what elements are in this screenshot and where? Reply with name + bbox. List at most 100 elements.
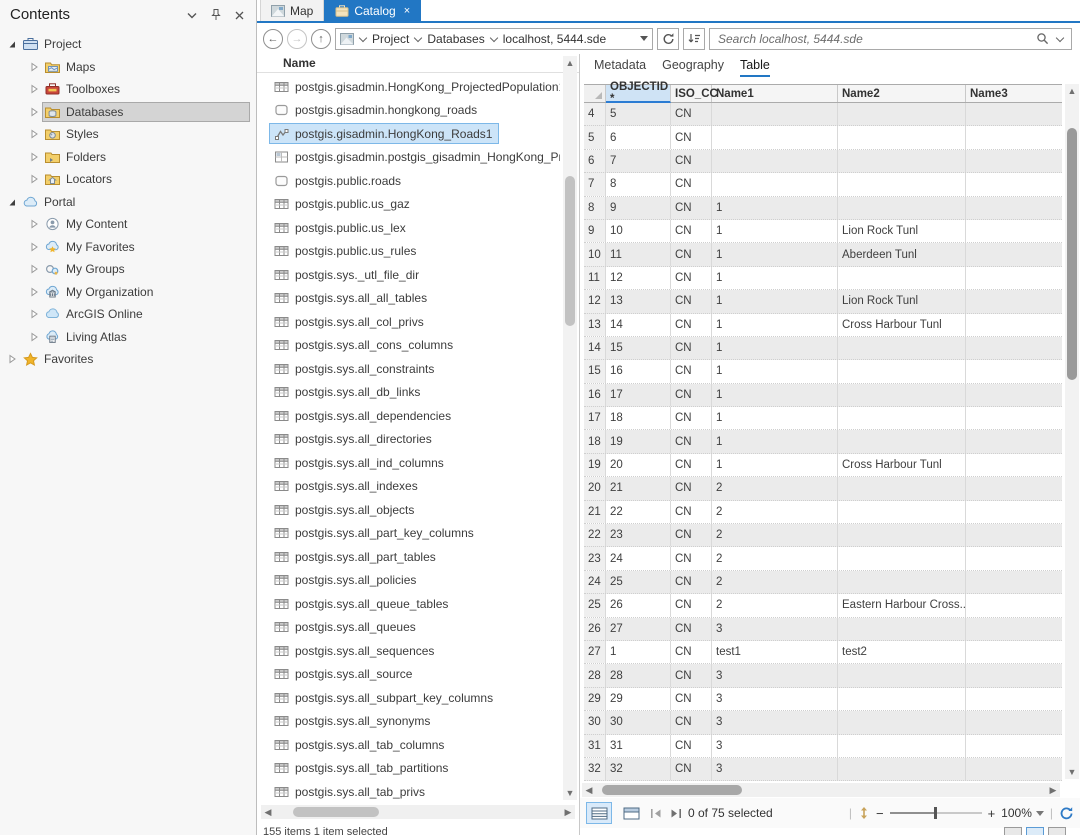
row-number-cell[interactable]: 20 [584,477,606,499]
form-view-button[interactable] [618,802,644,824]
scroll-up-icon[interactable]: ▲ [1065,86,1079,96]
name-column-header[interactable]: Name [257,54,579,73]
table-row-27[interactable]: 271CNtest1test2 [584,641,1062,664]
close-icon[interactable] [234,8,248,22]
tab-geography[interactable]: Geography [662,58,724,77]
row-number-cell[interactable]: 24 [584,571,606,593]
back-button[interactable]: ← [263,29,283,49]
row-number-cell[interactable]: 18 [584,430,606,452]
tree-item-arcgis-online[interactable]: ArcGIS Online [0,303,256,326]
row-number-cell[interactable]: 10 [584,243,606,265]
table-row-4[interactable]: 45CN [584,103,1062,126]
refresh-table-button[interactable] [1059,806,1074,820]
catalog-item-postgis-sys-all-db-links[interactable]: postgis.sys.all_db_links [257,381,565,405]
expand-icon[interactable] [26,61,42,73]
search-dropdown-icon[interactable] [1056,33,1064,41]
row-number-cell[interactable]: 29 [584,688,606,710]
tree-item-folders[interactable]: Folders [0,146,256,169]
search-input[interactable] [716,31,1030,47]
layout-button[interactable] [1004,827,1022,835]
table-row-6[interactable]: 67CN [584,150,1062,173]
table-row-9[interactable]: 910CN1Lion Rock Tunl [584,220,1062,243]
chevron-down-icon[interactable] [489,33,497,41]
catalog-item-postgis-sys-all-ind-columns[interactable]: postgis.sys.all_ind_columns [257,451,565,475]
catalog-item-postgis-public-us-gaz[interactable]: postgis.public.us_gaz [257,193,565,217]
row-number-cell[interactable]: 13 [584,314,606,336]
catalog-item-postgis-sys-all-constraints[interactable]: postgis.sys.all_constraints [257,357,565,381]
table-row-32[interactable]: 3232CN3 [584,758,1062,781]
row-number-cell[interactable]: 31 [584,735,606,757]
table-row-28[interactable]: 2828CN3 [584,664,1062,687]
table-row-31[interactable]: 3131CN3 [584,735,1062,758]
tree-item-styles[interactable]: Styles [0,123,256,146]
table-row-30[interactable]: 3030CN3 [584,711,1062,734]
catalog-item-postgis-sys-all-objects[interactable]: postgis.sys.all_objects [257,498,565,522]
table-row-25[interactable]: 2526CN2Eastern Harbour Cross... [584,594,1062,617]
table-row-24[interactable]: 2425CN2 [584,571,1062,594]
row-number-cell[interactable]: 7 [584,173,606,195]
catalog-item-postgis-sys-all-cons-columns[interactable]: postgis.sys.all_cons_columns [257,334,565,358]
forward-button[interactable]: → [287,29,307,49]
browser-horizontal-scrollbar[interactable]: ◀ ▶ [261,805,575,819]
scroll-down-icon[interactable]: ▼ [563,788,577,798]
catalog-item-postgis-sys-all-part-tables[interactable]: postgis.sys.all_part_tables [257,545,565,569]
row-number-cell[interactable]: 22 [584,524,606,546]
expand-icon[interactable] [26,241,42,253]
table-row-16[interactable]: 1617CN1 [584,384,1062,407]
table-row-11[interactable]: 1112CN1 [584,267,1062,290]
catalog-item-postgis-sys-all-directories[interactable]: postgis.sys.all_directories [257,428,565,452]
row-number-cell[interactable]: 21 [584,501,606,523]
table-row-21[interactable]: 2122CN2 [584,501,1062,524]
table-row-29[interactable]: 2929CN3 [584,688,1062,711]
expand-icon[interactable] [26,308,42,320]
expand-icon[interactable] [4,353,20,365]
table-row-8[interactable]: 89CN1 [584,197,1062,220]
catalog-item-postgis-sys-all-subpart-key-columns[interactable]: postgis.sys.all_subpart_key_columns [257,686,565,710]
row-number-cell[interactable]: 15 [584,360,606,382]
tree-item-my-groups[interactable]: My Groups [0,258,256,281]
chevron-down-icon[interactable] [359,33,367,41]
table-row-18[interactable]: 1819CN1 [584,430,1062,453]
chevron-down-icon[interactable] [414,33,422,41]
scrollbar-thumb[interactable] [293,807,379,817]
catalog-item-postgis-gisadmin-hongkong-roads1[interactable]: postgis.gisadmin.HongKong_Roads1 [257,122,565,146]
row-number-cell[interactable]: 14 [584,337,606,359]
row-number-cell[interactable]: 27 [584,641,606,663]
up-button[interactable]: ↑ [311,29,331,49]
expand-icon[interactable] [26,331,42,343]
catalog-item-postgis-sys-all-source[interactable]: postgis.sys.all_source [257,663,565,687]
slider-handle[interactable] [934,807,937,819]
zoom-in-button[interactable]: + [988,806,996,821]
column-header-name3[interactable]: Name3 [966,85,1062,102]
expand-icon[interactable] [26,83,42,95]
collapse-icon[interactable] [4,196,20,208]
expand-icon[interactable] [26,286,42,298]
zoom-slider[interactable] [890,812,982,814]
tree-item-favorites[interactable]: Favorites [0,348,256,371]
tab-close-icon[interactable]: × [404,5,410,17]
pin-icon[interactable] [210,8,224,22]
table-view-button[interactable] [586,802,612,824]
layout-button[interactable] [1026,827,1044,835]
table-row-7[interactable]: 78CN [584,173,1062,196]
tree-item-toolboxes[interactable]: Toolboxes [0,78,256,101]
breadcrumb-project[interactable]: Project [372,32,409,46]
catalog-item-postgis-sys-all-tab-columns[interactable]: postgis.sys.all_tab_columns [257,733,565,757]
row-number-cell[interactable]: 12 [584,290,606,312]
catalog-item-postgis-sys-all-queues[interactable]: postgis.sys.all_queues [257,616,565,640]
table-row-15[interactable]: 1516CN1 [584,360,1062,383]
chevron-down-icon[interactable] [186,8,200,22]
row-number-cell[interactable]: 30 [584,711,606,733]
table-row-10[interactable]: 1011CN1Aberdeen Tunl [584,243,1062,266]
collapse-icon[interactable] [4,38,20,50]
catalog-item-postgis-gisadmin-hongkong-roads[interactable]: postgis.gisadmin.hongkong_roads [257,99,565,123]
refresh-button[interactable] [657,28,679,50]
catalog-item-postgis-sys-all-part-key-columns[interactable]: postgis.sys.all_part_key_columns [257,522,565,546]
layout-button[interactable] [1048,827,1066,835]
row-number-cell[interactable]: 8 [584,197,606,219]
table-row-5[interactable]: 56CN [584,126,1062,149]
catalog-item-postgis-sys-all-tab-partitions[interactable]: postgis.sys.all_tab_partitions [257,757,565,781]
expand-icon[interactable] [26,151,42,163]
sort-button[interactable] [683,28,705,50]
table-row-20[interactable]: 2021CN2 [584,477,1062,500]
